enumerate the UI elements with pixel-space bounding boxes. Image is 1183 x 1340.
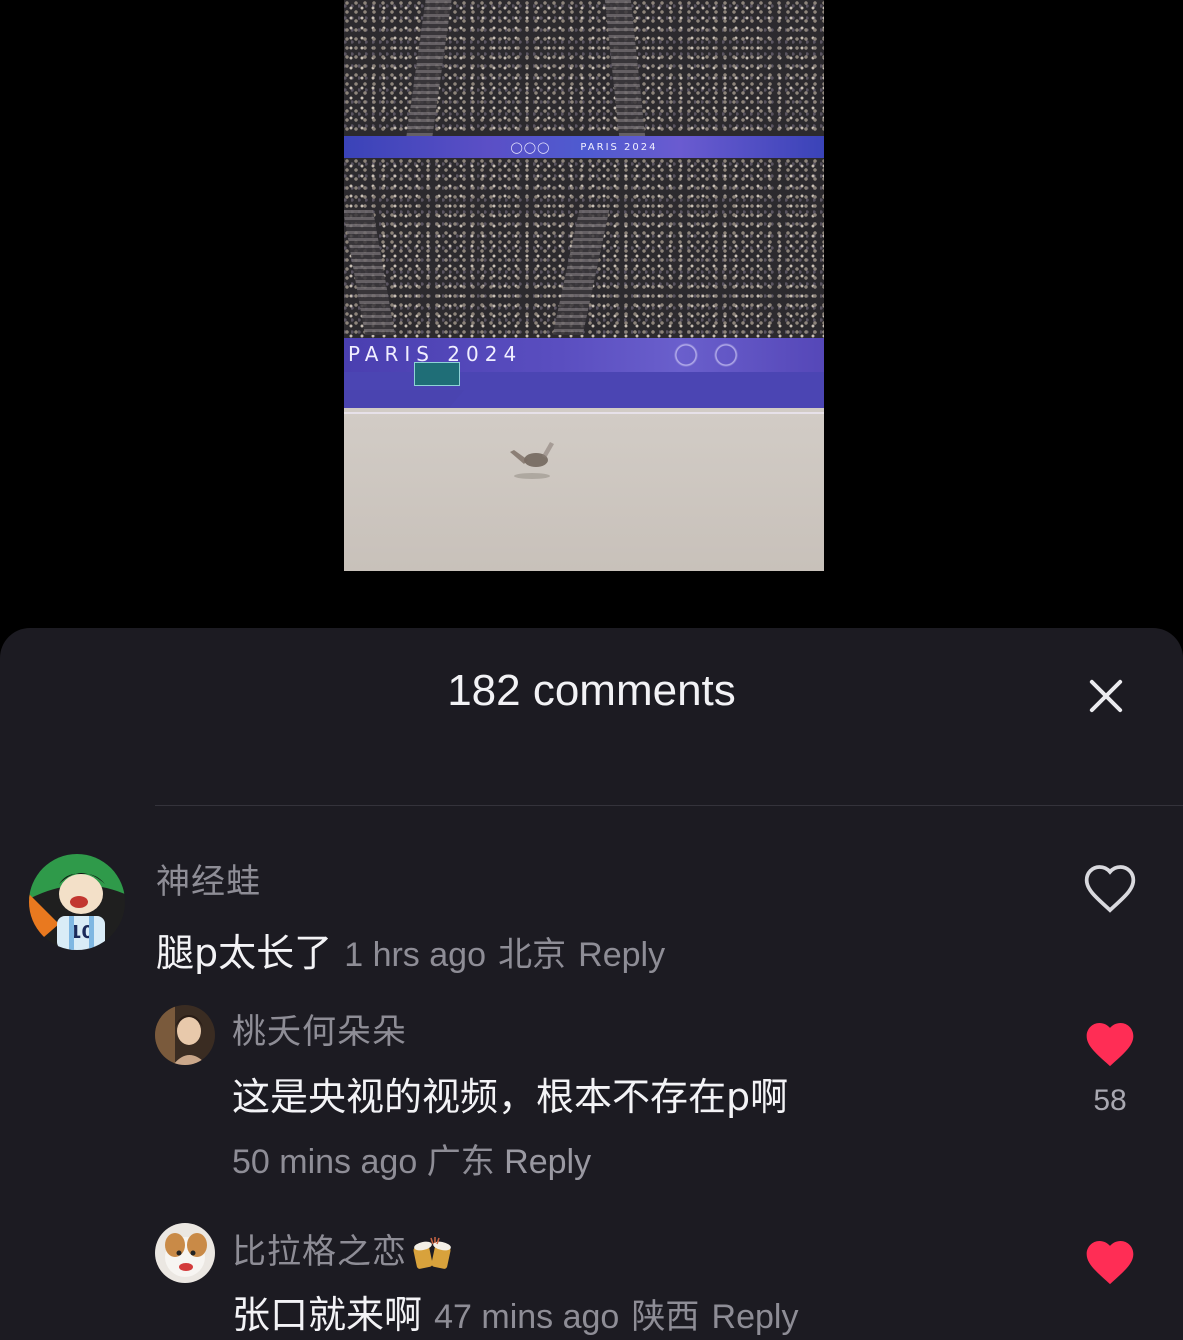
divider bbox=[155, 805, 1183, 806]
reply-username[interactable]: 比拉格之恋 bbox=[232, 1224, 455, 1273]
olympic-rings-icon: ◯◯◯ bbox=[510, 140, 551, 154]
heart-outline-icon bbox=[1084, 865, 1136, 913]
comment-body: 腿p太长了 1 hrs ago 北京 Reply bbox=[156, 922, 665, 977]
comment-location: 北京 bbox=[498, 936, 567, 974]
avatar[interactable]: 10 bbox=[29, 854, 125, 950]
app-screen: ◯◯◯ PARIS 2024 PARIS 2024 182 comments 1… bbox=[0, 0, 1183, 1340]
gym-floor bbox=[344, 408, 824, 571]
comments-count-title: 182 comments bbox=[447, 666, 736, 715]
heart-filled-icon bbox=[1086, 1023, 1134, 1067]
reply-button[interactable]: Reply bbox=[712, 1298, 799, 1336]
avatar[interactable] bbox=[155, 1005, 215, 1065]
scoreboard bbox=[414, 362, 460, 386]
reply-button[interactable]: Reply bbox=[504, 1143, 591, 1181]
comment-text: 腿p太长了 bbox=[156, 931, 333, 975]
beer-mugs-emoji bbox=[413, 1236, 451, 1269]
gymnast-figure bbox=[510, 442, 554, 479]
comment-time: 1 hrs ago bbox=[344, 936, 486, 974]
comment-username[interactable]: 神经蛙 bbox=[156, 854, 261, 903]
like-button[interactable] bbox=[1080, 862, 1140, 918]
comments-sheet: 182 comments 10 神经蛙 腿p太长了 1 hrs ago 北京 R… bbox=[0, 628, 1183, 1340]
reply-username-text: 比拉格之恋 bbox=[232, 1232, 407, 1272]
floor-line bbox=[344, 412, 824, 414]
close-icon[interactable] bbox=[1080, 670, 1132, 722]
like-button[interactable] bbox=[1080, 1236, 1140, 1292]
olympic-rings-icon bbox=[666, 343, 806, 367]
video-player[interactable]: ◯◯◯ PARIS 2024 PARIS 2024 bbox=[344, 0, 824, 571]
reply-text: 张口就来啊 bbox=[232, 1293, 423, 1337]
reply-meta: 50 mins ago 广东 Reply bbox=[232, 1134, 591, 1183]
reply-location: 广东 bbox=[426, 1143, 495, 1181]
like-button[interactable] bbox=[1080, 1018, 1140, 1074]
arena-banner: ◯◯◯ PARIS 2024 bbox=[344, 136, 824, 158]
reply-time: 50 mins ago bbox=[232, 1143, 418, 1181]
reply-text: 这是央视的视频，根本不存在p啊 bbox=[232, 1075, 789, 1119]
reply-username[interactable]: 桃夭何朵朵 bbox=[232, 1004, 407, 1053]
reply-body: 张口就来啊 47 mins ago 陕西 Reply bbox=[232, 1284, 798, 1339]
avatar[interactable] bbox=[155, 1223, 215, 1283]
reply-location: 陕西 bbox=[631, 1298, 700, 1336]
heart-filled-icon bbox=[1086, 1241, 1134, 1285]
reply-time: 47 mins ago bbox=[434, 1298, 620, 1336]
arena-banner-text: PARIS 2024 bbox=[580, 141, 658, 153]
like-count: 58 bbox=[1093, 1084, 1127, 1117]
reply-button[interactable]: Reply bbox=[578, 936, 665, 974]
